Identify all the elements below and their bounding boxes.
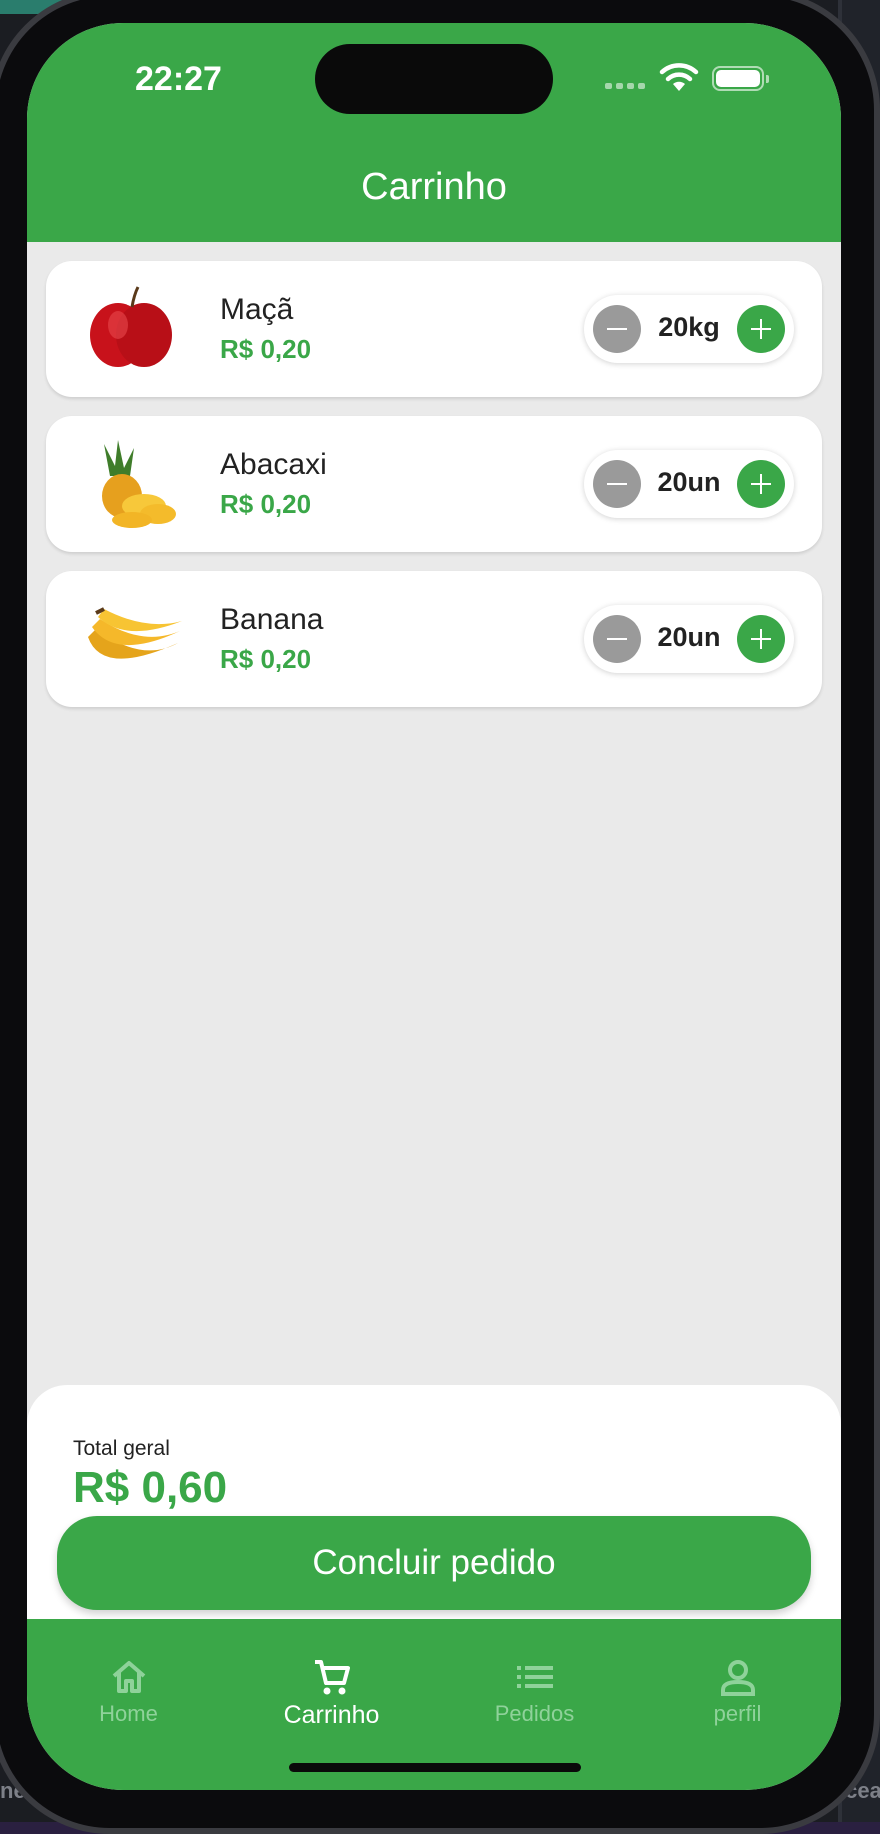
nav-label-profile: perfil (713, 1701, 762, 1726)
list-icon (516, 1666, 553, 1688)
battery-icon (712, 66, 769, 91)
apple-image (90, 286, 172, 367)
quantity-stepper: 20kg (584, 295, 794, 363)
cart-icon (314, 1660, 350, 1695)
item-price: R$ 0,20 (220, 644, 312, 674)
person-icon (720, 1660, 755, 1696)
decrease-button[interactable] (593, 460, 641, 508)
cart-item: Maçã R$ 0,20 20kg (46, 261, 822, 397)
quantity-value: 20un (657, 467, 721, 497)
status-time: 22:27 (135, 60, 222, 98)
app-header: 22:27 Carrinho (27, 23, 841, 242)
home-indicator[interactable] (289, 1763, 581, 1772)
home-icon (112, 1661, 145, 1693)
decrease-button[interactable] (593, 305, 641, 353)
nav-item-cart[interactable]: Carrinho (230, 1657, 433, 1730)
confirm-order-button[interactable]: Concluir pedido (57, 1516, 811, 1610)
nav-label-cart: Carrinho (283, 1701, 380, 1729)
app-screen: 22:27 Carrinho Maçã R$ 0,20 20kg Abacaxi… (27, 23, 841, 1790)
quantity-stepper: 20un (584, 450, 794, 518)
increase-button[interactable] (737, 305, 785, 353)
cart-list: Maçã R$ 0,20 20kg Abacaxi R$ 0,20 20un B… (46, 261, 822, 726)
nav-item-home[interactable]: Home (27, 1657, 230, 1727)
page-title: Carrinho (361, 166, 507, 208)
order-summary-panel: Total geral R$ 0,60 Concluir pedido (27, 1385, 841, 1645)
total-value: R$ 0,60 (73, 1463, 228, 1512)
dynamic-island (315, 44, 553, 114)
item-price: R$ 0,20 (220, 489, 312, 519)
banana-image (88, 607, 182, 659)
item-name: Banana (220, 603, 324, 636)
item-name: Maçã (220, 293, 294, 326)
cellular-signal-icon (605, 83, 645, 89)
item-price: R$ 0,20 (220, 334, 312, 364)
wifi-icon (659, 63, 699, 91)
quantity-value: 20kg (658, 312, 720, 342)
nav-label-orders: Pedidos (494, 1701, 575, 1726)
quantity-stepper: 20un (584, 605, 794, 673)
nav-item-orders[interactable]: Pedidos (433, 1657, 636, 1727)
total-label: Total geral (73, 1437, 170, 1460)
item-name: Abacaxi (220, 448, 327, 481)
decrease-button[interactable] (593, 615, 641, 663)
cart-item: Banana R$ 0,20 20un (46, 571, 822, 707)
nav-label-home: Home (99, 1701, 158, 1726)
cart-item: Abacaxi R$ 0,20 20un (46, 416, 822, 552)
increase-button[interactable] (737, 615, 785, 663)
nav-item-profile[interactable]: perfil (636, 1657, 839, 1727)
increase-button[interactable] (737, 460, 785, 508)
pineapple-image (102, 440, 176, 528)
quantity-value: 20un (657, 622, 721, 652)
